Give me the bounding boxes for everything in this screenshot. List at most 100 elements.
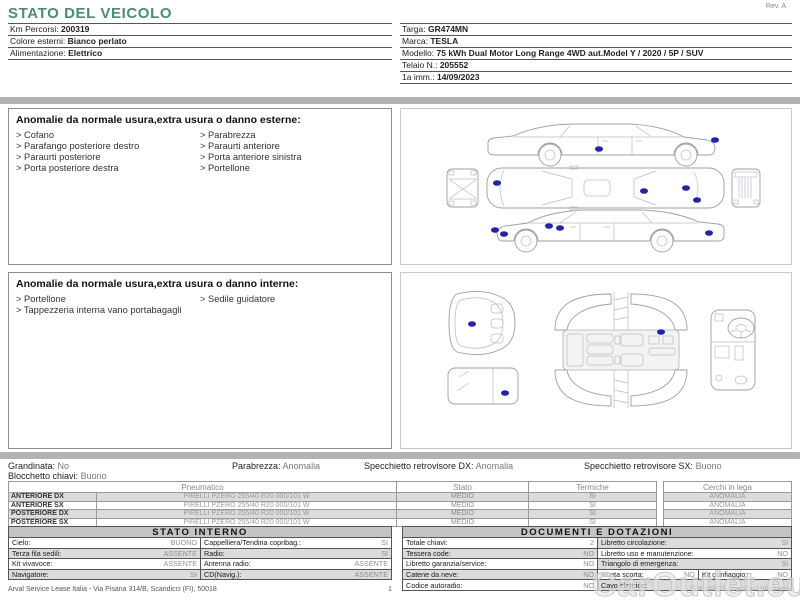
info-label: Colore esterni:: [10, 36, 65, 46]
tyre-table-header: Pneumatico Stato Termiche: [9, 482, 657, 493]
anomaly-item: Paraurti posteriore: [16, 152, 186, 163]
tyre-position: ANTERIORE DX: [9, 493, 97, 502]
tyre-termiche: SI: [529, 502, 657, 511]
info-value: TESLA: [430, 36, 458, 46]
header-pneumatico: Pneumatico: [9, 482, 397, 493]
info-label: 1a imm.:: [402, 72, 435, 82]
alloy-wheels-column: Cerchi in lega ANOMALIA ANOMALIA ANOMALI…: [663, 481, 792, 527]
info-value: Elettrico: [68, 48, 102, 58]
info-row-colore: Colore esterni: Bianco perlato: [8, 36, 392, 48]
damage-marker: [501, 390, 509, 396]
info-row-telaio: Telaio N.: 205552: [400, 60, 792, 72]
summary-specchietto-sx: Specchietto retrovisore SX: Buono: [584, 461, 722, 471]
info-value: 205552: [440, 60, 468, 70]
exterior-anomalies-box: Anomalie da normale usura,extra usura o …: [8, 108, 392, 265]
anomaly-item: Parabrezza: [200, 130, 370, 141]
info-value: Bianco perlato: [68, 36, 127, 46]
interior-anomalies-title: Anomalie da normale usura,extra usura o …: [16, 278, 384, 290]
info-value: 200319: [61, 24, 89, 34]
damage-marker: [545, 223, 553, 229]
tyre-table: Pneumatico Stato Termiche ANTERIORE DX P…: [8, 481, 792, 527]
tyre-row: POSTERIORE DX PIRELLI PZERO 255/40 R20 0…: [9, 510, 657, 519]
damage-marker: [500, 231, 508, 237]
vehicle-info-left: Km Percorsi: 200319 Colore esterni: Bian…: [8, 23, 392, 60]
anomaly-item: Sedile guidatore: [200, 294, 370, 305]
header-cerchi: Cerchi in lega: [664, 482, 792, 493]
info-label: Marca:: [402, 36, 428, 46]
anomaly-item: Porta posteriore destra: [16, 163, 186, 174]
info-value: GR474MN: [428, 24, 468, 34]
status-row: Cielo:BUONO Cappelliera/Tendina copribag…: [9, 538, 391, 549]
vehicle-report-page: Rev. A STATO DEL VEICOLO Km Percorsi: 20…: [0, 0, 800, 600]
damage-marker: [640, 188, 648, 194]
info-label: Km Percorsi:: [10, 24, 59, 34]
tyre-row: ANTERIORE DX PIRELLI PZERO 255/40 R20 00…: [9, 493, 657, 502]
interior-anomalies-box: Anomalie da normale usura,extra usura o …: [8, 272, 392, 449]
wheel-status: ANOMALIA: [664, 510, 792, 519]
tyre-row: ANTERIORE SX PIRELLI PZERO 255/40 R20 00…: [9, 502, 657, 511]
damage-marker: [468, 321, 476, 327]
info-row-alimentazione: Alimentazione: Elettrico: [8, 48, 392, 60]
document-row: Totale chiavi:2 Libretto circolazione:Si: [403, 538, 791, 549]
tyre-position: ANTERIORE SX: [9, 502, 97, 511]
status-row: Kit vivavoce:ASSENTE Antenna radio:ASSEN…: [9, 559, 391, 570]
wheel-status: ANOMALIA: [664, 493, 792, 502]
status-row: Navigatore:SI CD(Navig.):ASSENTE: [9, 570, 391, 581]
page-title: STATO DEL VEICOLO: [8, 5, 172, 22]
damage-marker: [657, 329, 665, 335]
damage-marker: [711, 137, 719, 143]
summary-specchietto-dx: Specchietto retrovisore DX: Anomalia: [364, 461, 513, 471]
footer-page-number: 1: [388, 586, 392, 593]
tyre-spec: PIRELLI PZERO 255/40 R20 000/101 W: [97, 502, 397, 511]
anomaly-item: Portellone: [16, 294, 186, 305]
exterior-damage-diagram: [400, 108, 792, 265]
damage-marker: [556, 225, 564, 231]
damage-marker: [682, 185, 690, 191]
anomaly-item: Tappezzeria interna vano portabagagli: [16, 305, 186, 316]
section-separator: [0, 97, 800, 104]
section-separator: [0, 452, 800, 459]
damage-marker: [493, 180, 501, 186]
info-value: 14/09/2023: [437, 72, 480, 82]
footer-document-id: iD Ko4RQ3-21oo25u | 0Ru74Rod: [690, 586, 794, 593]
anomaly-item: Porta anteriore sinistra: [200, 152, 370, 163]
exterior-anomalies-title: Anomalie da normale usura,extra usura o …: [16, 114, 384, 126]
summary-blocchetto: Blocchetto chiavi: Buono: [8, 471, 107, 481]
tyre-stato: MEDIO: [397, 502, 529, 511]
document-row: Libretto garanzia/service:NO Triangolo d…: [403, 559, 791, 570]
tyre-stato: MEDIO: [397, 493, 529, 502]
documents-equipment-title: DOCUMENTI E DOTAZIONI: [403, 526, 791, 538]
damage-marker: [595, 146, 603, 152]
header-termiche: Termiche: [529, 482, 657, 493]
vehicle-info-right: Targa: GR474MN Marca: TESLA Modello: 75 …: [400, 23, 792, 84]
document-row: Tessera code:NO Libretto uso e manutenzi…: [403, 549, 791, 560]
damage-marker: [693, 197, 701, 203]
anomaly-item: Portellone: [200, 163, 370, 174]
revision-label: Rev. A: [766, 3, 786, 10]
wheel-status: ANOMALIA: [664, 502, 792, 511]
info-label: Targa:: [402, 24, 426, 34]
tyre-termiche: SI: [529, 493, 657, 502]
exterior-car-diagram-svg: [401, 110, 791, 264]
header-stato: Stato: [397, 482, 529, 493]
tyre-stato: MEDIO: [397, 510, 529, 519]
status-row: Terza fila sedili:ASSENTE Radio:SI: [9, 549, 391, 560]
info-value: 75 kWh Dual Motor Long Range 4WD aut.Mod…: [437, 48, 704, 58]
damage-marker: [705, 230, 713, 236]
tyre-termiche: SI: [529, 510, 657, 519]
interior-status-title: STATO INTERNO: [9, 526, 391, 538]
info-row-km: Km Percorsi: 200319: [8, 24, 392, 36]
info-row-modello: Modello: 75 kWh Dual Motor Long Range 4W…: [400, 48, 792, 60]
info-label: Modello:: [402, 48, 434, 58]
tyre-spec: PIRELLI PZERO 255/40 R20 000/101 W: [97, 510, 397, 519]
anomaly-item: Parafango posteriore destro: [16, 141, 186, 152]
interior-status-table: STATO INTERNO Cielo:BUONO Cappelliera/Te…: [8, 526, 392, 580]
anomaly-item: Cofano: [16, 130, 186, 141]
summary-parabrezza: Parabrezza: Anomalia: [232, 461, 320, 471]
info-label: Telaio N.:: [402, 60, 437, 70]
anomaly-item: Paraurti anteriore: [200, 141, 370, 152]
interior-damage-diagram: [400, 272, 792, 449]
document-row: Catene da neve:NO Ruota scorta:NO Kit go…: [403, 570, 791, 581]
damage-marker: [491, 227, 499, 233]
info-row-targa: Targa: GR474MN: [400, 24, 792, 36]
